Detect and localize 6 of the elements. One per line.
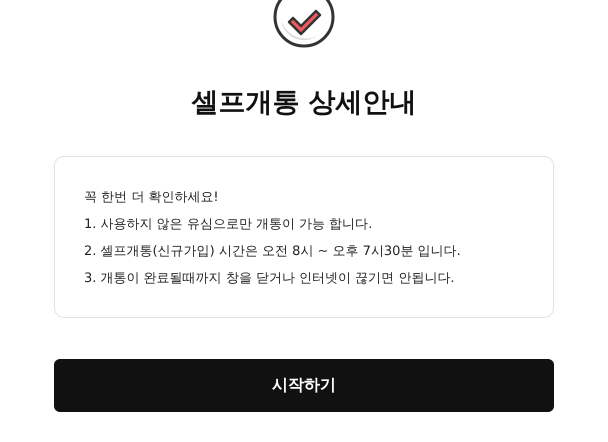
notice-item: 2. 셀프개통(신규가입) 시간은 오전 8시 ~ 오후 7시30분 입니다. [84,243,462,261]
start-button[interactable]: 시작하기 [54,359,554,412]
notice-heading: 꼭 한번 더 확인하세요! [84,189,220,207]
page-title: 셀프개통 상세안내 [191,86,417,120]
notice-item: 3. 개통이 완료될때까지 창을 닫거나 인터넷이 끊기면 안됩니다. [84,270,456,288]
notice-item: 1. 사용하지 않은 유심으로만 개통이 가능 합니다. [84,216,374,234]
